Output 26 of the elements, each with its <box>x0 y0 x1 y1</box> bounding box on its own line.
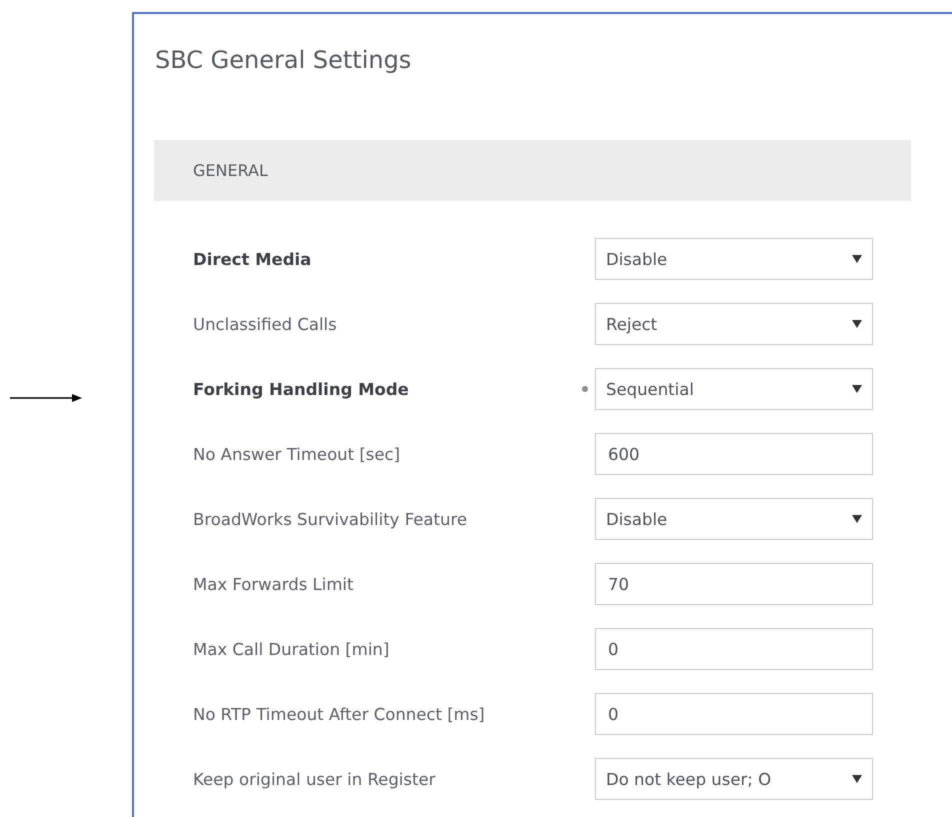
dropdown[interactable]: Reject <box>595 303 873 345</box>
input-field[interactable]: 0 <box>595 628 873 670</box>
dropdown[interactable]: Sequential <box>595 368 873 410</box>
field-label: Unclassified Calls <box>193 314 338 334</box>
input-field[interactable]: 600 <box>595 433 873 475</box>
field-label: No Answer Timeout [sec] <box>193 444 402 464</box>
field-label: Max Call Duration [min] <box>193 640 390 658</box>
input-field[interactable]: 70 <box>595 563 873 605</box>
caret-icon <box>852 319 862 329</box>
dropdown[interactable]: Disable <box>595 498 873 540</box>
caret-icon <box>852 254 862 264</box>
field-label: Keep original user in Register <box>193 770 436 788</box>
input-field[interactable]: 0 <box>595 693 873 735</box>
section-title: GENERAL <box>193 161 268 180</box>
field-label: Forking Handling Mode <box>193 380 410 398</box>
page-title: SBC General Settings <box>154 45 412 76</box>
arrow-icon <box>10 393 82 403</box>
field-label: Max Forwards Limit <box>193 574 354 594</box>
field-label: BroadWorks Survivability Feature <box>193 510 468 528</box>
caret-icon <box>852 384 862 394</box>
field-label: Direct Media <box>193 250 312 268</box>
caret-icon <box>852 774 862 784</box>
field-label: No RTP Timeout After Connect [ms] <box>193 704 486 724</box>
dropdown[interactable]: Do not keep user; O <box>595 758 873 800</box>
caret-icon <box>852 514 862 524</box>
dropdown[interactable]: Disable <box>595 238 873 280</box>
